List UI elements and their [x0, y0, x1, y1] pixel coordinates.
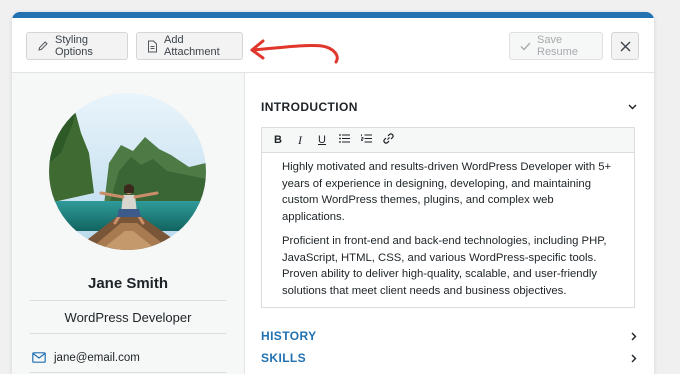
link-icon — [382, 133, 394, 144]
section-history-title: HISTORY — [261, 329, 317, 343]
section-introduction-header[interactable]: INTRODUCTION — [261, 98, 637, 116]
page-backdrop — [0, 0, 12, 374]
job-title-text: WordPress Developer — [64, 309, 192, 325]
resume-content: INTRODUCTION B I U Highly motivated and … — [245, 73, 654, 374]
add-attachment-button[interactable]: Add Attachment — [136, 32, 243, 60]
page-backdrop-right — [654, 0, 680, 374]
link-button[interactable] — [382, 133, 394, 147]
profile-name[interactable]: Jane Smith — [12, 275, 244, 292]
chevron-right-icon — [631, 354, 637, 362]
section-skills-title: SKILLS — [261, 351, 307, 365]
avatar[interactable] — [49, 93, 206, 250]
add-attachment-label: Add Attachment — [164, 34, 220, 58]
profile-photo-illustration — [49, 93, 206, 250]
email-field[interactable]: jane@email.com — [30, 343, 226, 373]
pencil-icon — [38, 41, 48, 51]
editor-toolbar: B I U — [262, 128, 634, 153]
chevron-right-icon — [631, 332, 637, 340]
section-skills-header[interactable]: SKILLS — [261, 349, 637, 367]
italic-button[interactable]: I — [294, 133, 306, 148]
section-history-header[interactable]: HISTORY — [261, 327, 637, 345]
modal-toolbar: Styling Options Add Attachment Save Resu… — [12, 18, 654, 73]
email-text: jane@email.com — [54, 351, 140, 364]
job-title-field[interactable]: WordPress Developer — [30, 300, 226, 334]
section-introduction-title: INTRODUCTION — [261, 100, 358, 114]
bold-button[interactable]: B — [272, 134, 284, 146]
chevron-down-icon — [628, 104, 637, 110]
styling-options-label: Styling Options — [55, 34, 93, 58]
close-icon — [620, 41, 630, 51]
numbered-list-icon — [360, 134, 372, 143]
annotation-arrow-icon — [250, 39, 339, 64]
document-icon — [148, 40, 157, 52]
bullet-list-icon — [338, 134, 350, 143]
editor-content[interactable]: Highly motivated and results-driven Word… — [262, 153, 634, 299]
intro-paragraph: Proficient in front-end and back-end tec… — [282, 235, 607, 297]
save-resume-button[interactable]: Save Resume — [509, 32, 603, 60]
envelope-icon — [32, 352, 46, 363]
introduction-editor: B I U Highly motivated and results-drive… — [261, 127, 635, 308]
save-resume-label: Save Resume — [537, 34, 578, 58]
resume-editor-modal: Styling Options Add Attachment Save Resu… — [12, 12, 654, 374]
profile-sidebar: Jane Smith WordPress Developer jane@emai… — [12, 73, 245, 374]
numbered-list-button[interactable] — [360, 134, 372, 146]
intro-paragraph: Highly motivated and results-driven Word… — [282, 161, 612, 223]
styling-options-button[interactable]: Styling Options — [26, 32, 128, 60]
close-button[interactable] — [611, 32, 639, 60]
underline-button[interactable]: U — [316, 134, 328, 146]
checkmark-icon — [520, 42, 531, 50]
bullet-list-button[interactable] — [338, 134, 350, 146]
